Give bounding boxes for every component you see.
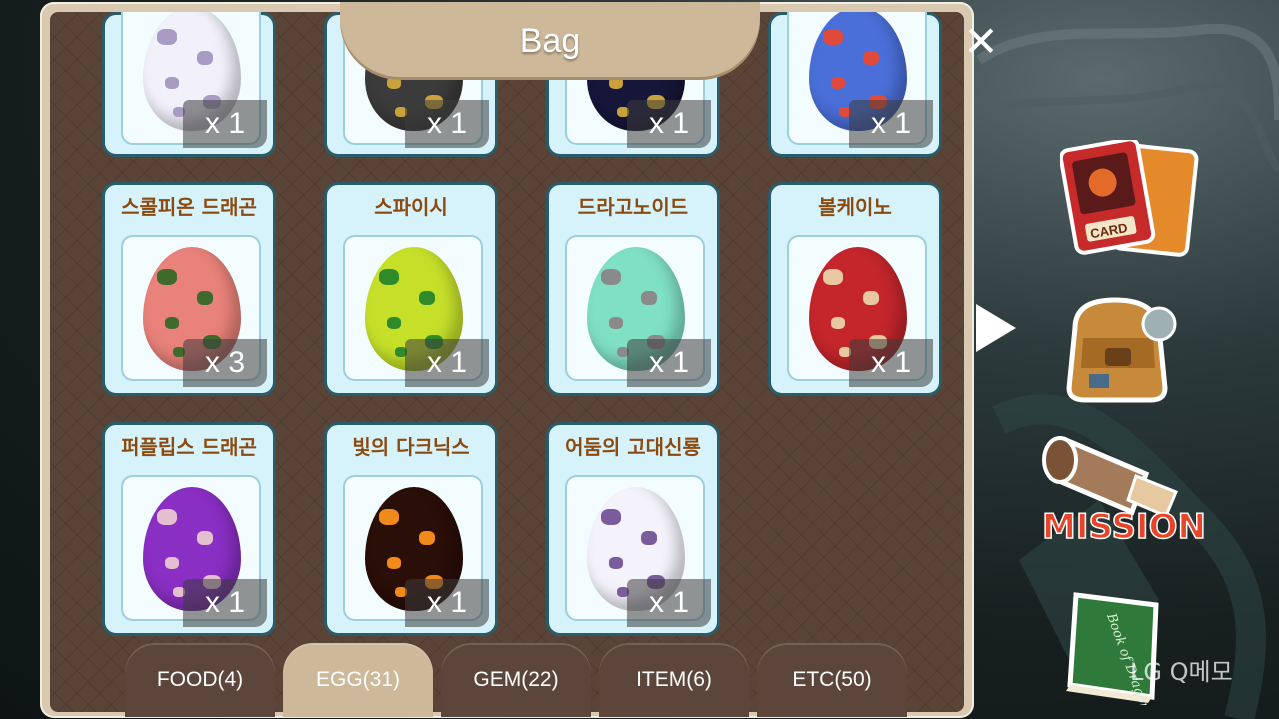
egg-spot xyxy=(165,557,179,569)
egg-card[interactable]: x 1 xyxy=(768,12,942,157)
item-count: x 1 xyxy=(627,579,711,627)
egg-card[interactable]: 드라고노이드 x 1 xyxy=(546,182,720,396)
mission-button[interactable]: MISSION xyxy=(1036,420,1212,548)
tab-etc[interactable]: ETC(50) xyxy=(757,643,907,717)
tab-item[interactable]: ITEM(6) xyxy=(599,643,749,717)
item-count: x 1 xyxy=(849,100,933,148)
egg-spot xyxy=(609,557,623,569)
egg-spot xyxy=(831,317,845,329)
egg-spot xyxy=(823,29,843,45)
egg-card[interactable]: x 1 xyxy=(102,12,276,157)
egg-name: 어둠의 고대신룡 xyxy=(565,435,701,459)
tab-food[interactable]: FOOD(4) xyxy=(125,643,275,717)
egg-spot xyxy=(387,317,401,329)
panel-title: Bag xyxy=(519,21,581,60)
close-icon: ✕ xyxy=(963,17,999,66)
memo-watermark: LG Q메모 xyxy=(1130,658,1233,686)
egg-spot xyxy=(641,531,657,545)
egg-spot xyxy=(165,317,179,329)
item-count: x 1 xyxy=(405,100,489,148)
egg-spot xyxy=(419,291,435,305)
collapse-arrow-icon[interactable] xyxy=(976,304,1016,352)
egg-spot xyxy=(831,77,845,89)
mission-label: MISSION xyxy=(1042,507,1206,547)
egg-spot xyxy=(165,77,179,89)
category-tabs: FOOD(4) EGG(31) GEM(22) ITEM(6) ETC(50) xyxy=(125,643,907,719)
mission-scroll-icon: MISSION xyxy=(1041,436,1207,548)
egg-spot xyxy=(601,269,621,285)
egg-spot xyxy=(419,531,435,545)
egg-name: 스파이시 xyxy=(374,195,448,219)
egg-card[interactable]: 스파이시 x 1 xyxy=(324,182,498,396)
tab-gem[interactable]: GEM(22) xyxy=(441,643,591,717)
egg-spot xyxy=(863,51,879,65)
egg-spot xyxy=(197,291,213,305)
close-button[interactable]: ✕ xyxy=(958,20,1004,66)
panel-title-tab: Bag xyxy=(340,2,760,80)
bag-panel: x 1 x 1 x 1 x 1 스콜피온 드래곤 x 3 스파이시 x 1 드라… xyxy=(40,2,999,718)
tab-egg[interactable]: EGG(31) xyxy=(283,643,433,717)
egg-spot xyxy=(197,51,213,65)
book-of-dragons-button[interactable]: Book of Dragons xyxy=(1056,585,1176,719)
egg-card[interactable]: 어둠의 고대신룡 x 1 xyxy=(546,422,720,636)
item-count: x 1 xyxy=(183,100,267,148)
egg-card[interactable]: 스콜피온 드래곤 x 3 xyxy=(102,182,276,396)
egg-card[interactable]: 퍼플립스 드래곤 x 1 xyxy=(102,422,276,636)
egg-spot xyxy=(387,557,401,569)
item-count: x 1 xyxy=(627,100,711,148)
egg-spot xyxy=(157,509,177,525)
egg-spot xyxy=(157,269,177,285)
item-count: x 1 xyxy=(405,579,489,627)
egg-spot xyxy=(863,291,879,305)
egg-spot xyxy=(823,269,843,285)
item-count: x 3 xyxy=(183,339,267,387)
egg-name: 퍼플립스 드래곤 xyxy=(121,435,257,459)
egg-spot xyxy=(609,317,623,329)
item-count: x 1 xyxy=(405,339,489,387)
egg-spot xyxy=(379,269,399,285)
egg-name: 볼케이노 xyxy=(818,195,892,219)
bag-button[interactable] xyxy=(1055,288,1185,408)
bag-panel-content: x 1 x 1 x 1 x 1 스콜피온 드래곤 x 3 스파이시 x 1 드라… xyxy=(50,12,964,712)
egg-name: 스콜피온 드래곤 xyxy=(121,195,257,219)
egg-spot xyxy=(157,29,177,45)
item-count: x 1 xyxy=(183,579,267,627)
egg-name: 빛의 다크닉스 xyxy=(352,435,470,459)
egg-card[interactable]: 볼케이노 x 1 xyxy=(768,182,942,396)
card-button[interactable]: CARD xyxy=(1058,137,1200,260)
egg-spot xyxy=(197,531,213,545)
backpack-icon xyxy=(1066,297,1177,403)
item-count: x 1 xyxy=(627,339,711,387)
egg-grid: x 1 x 1 x 1 x 1 스콜피온 드래곤 x 3 스파이시 x 1 드라… xyxy=(102,12,964,652)
egg-name: 드라고노이드 xyxy=(577,195,689,219)
book-icon: Book of Dragons xyxy=(1066,592,1159,719)
egg-spot xyxy=(641,291,657,305)
egg-spot xyxy=(601,509,621,525)
item-count: x 1 xyxy=(849,339,933,387)
card-icon: CARD xyxy=(1058,137,1199,257)
egg-card[interactable]: 빛의 다크닉스 x 1 xyxy=(324,422,498,636)
egg-spot xyxy=(379,509,399,525)
